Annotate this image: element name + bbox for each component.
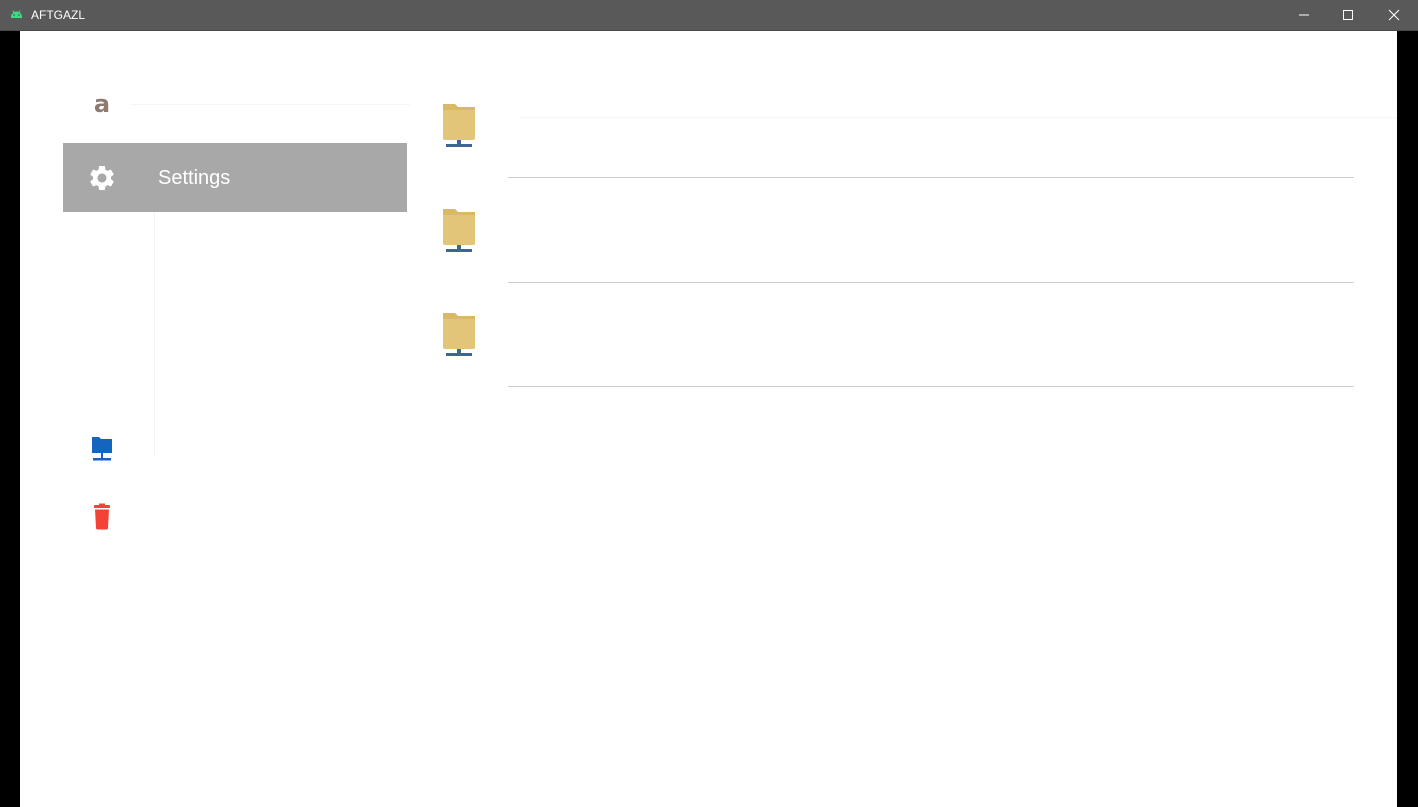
minimize-button[interactable] (1281, 0, 1327, 30)
account-avatar[interactable]: a (91, 89, 113, 119)
minimize-icon (1299, 14, 1309, 16)
maximize-button[interactable] (1325, 0, 1371, 30)
network-folder-icon (443, 209, 475, 252)
network-folder-icon (443, 104, 475, 147)
title-bar[interactable]: AFTGAZL (0, 0, 1418, 31)
network-folder-icon[interactable] (90, 435, 114, 463)
window-title: AFTGAZL (31, 8, 86, 22)
row-divider (508, 282, 1354, 283)
network-folder-icon (443, 313, 475, 356)
maximize-icon (1343, 10, 1353, 20)
android-app-icon (11, 10, 22, 18)
app-window: AFTGAZL a Settings (0, 0, 1418, 807)
row-divider (508, 177, 1354, 178)
gear-icon (90, 166, 114, 190)
trash-icon[interactable] (90, 503, 114, 531)
network-folder-row[interactable] (435, 311, 1355, 415)
sidebar-item-label: Settings (158, 167, 231, 189)
app-content: a Settings (20, 31, 1397, 807)
rail-divider-vertical (154, 211, 155, 456)
row-divider (508, 386, 1354, 387)
sidebar-item-settings[interactable]: Settings (63, 143, 407, 212)
close-button[interactable] (1371, 0, 1417, 30)
close-icon (1388, 9, 1400, 21)
network-folder-row[interactable] (435, 102, 1355, 206)
network-folder-row[interactable] (435, 207, 1355, 311)
rail-divider (130, 104, 410, 105)
